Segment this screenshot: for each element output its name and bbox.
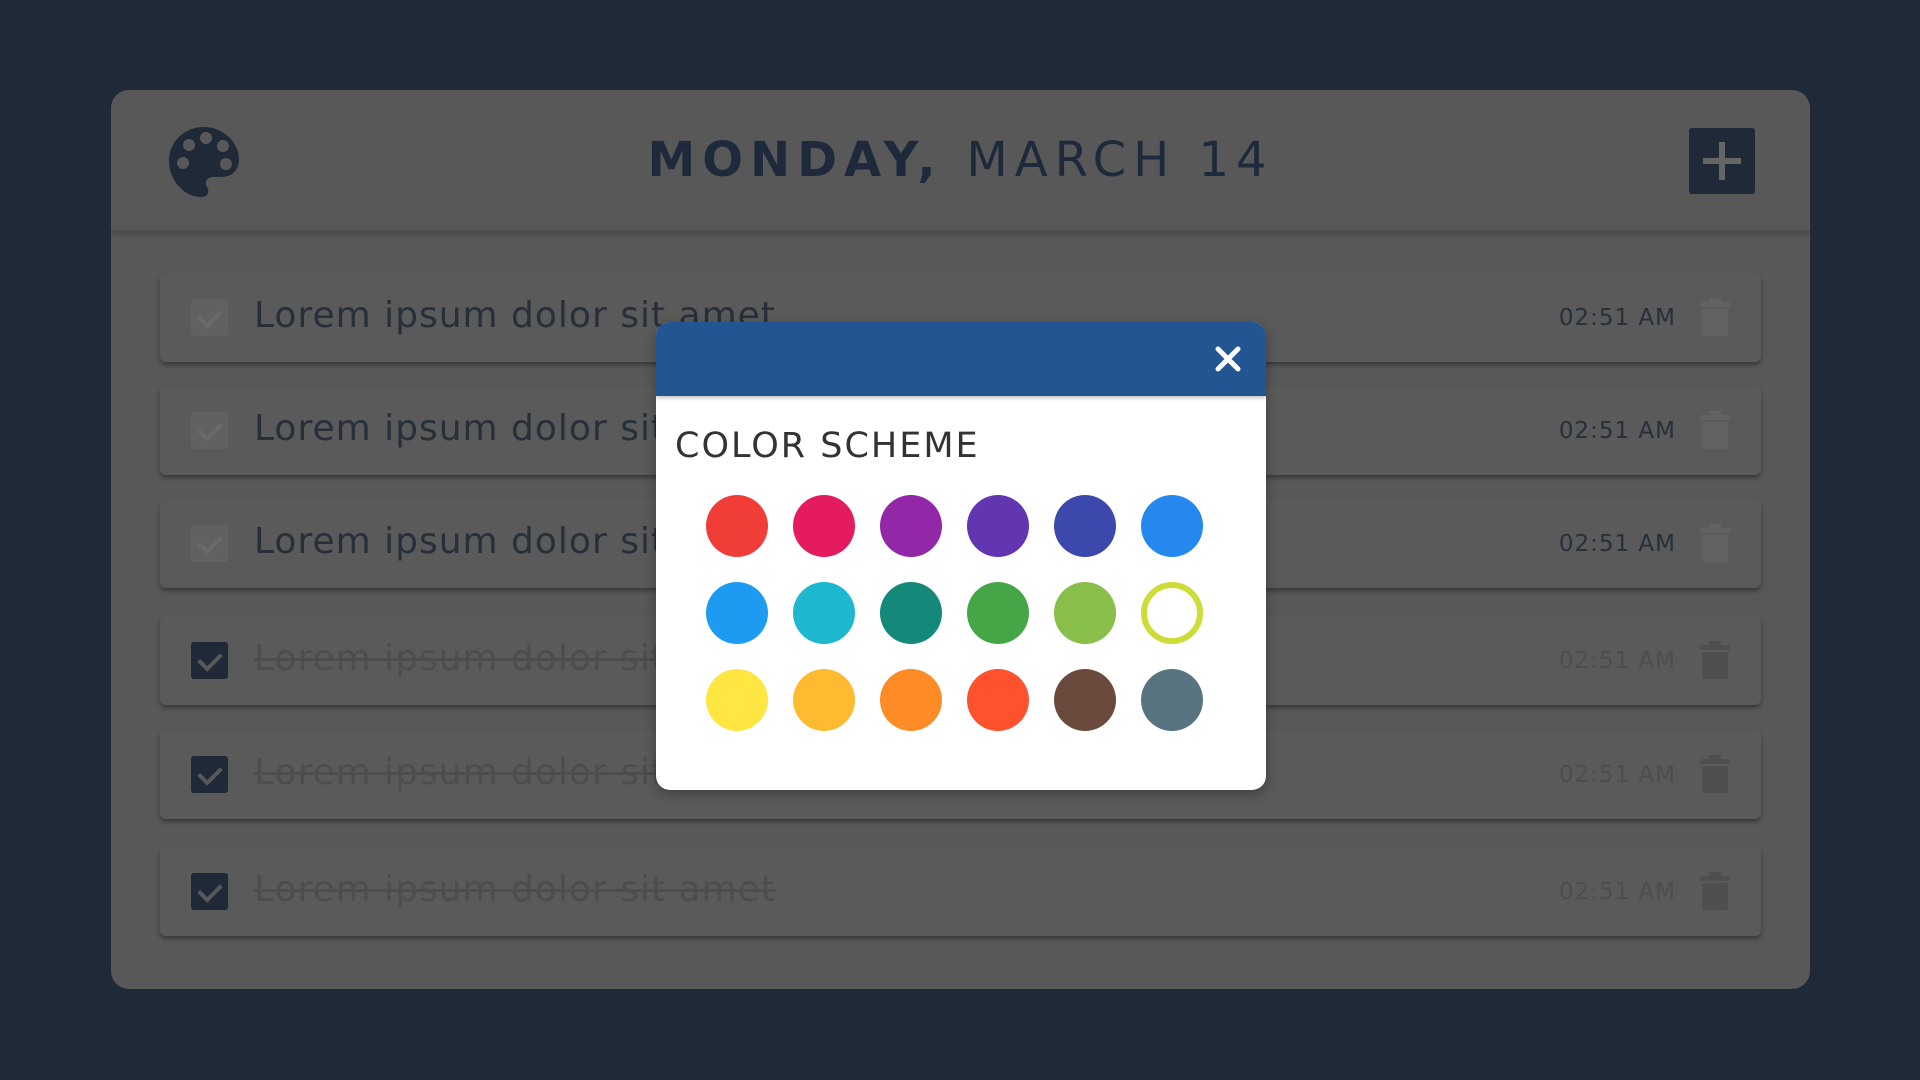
task-checkbox[interactable]	[191, 299, 228, 336]
task-checkbox[interactable]	[191, 756, 228, 793]
check-icon	[197, 760, 223, 786]
color-swatch[interactable]	[706, 669, 768, 731]
trash-icon[interactable]	[1700, 524, 1730, 562]
day-label: MONDAY,	[647, 132, 943, 188]
color-swatch[interactable]	[1141, 582, 1203, 644]
color-swatch[interactable]	[793, 582, 855, 644]
page-title: MONDAY, MARCH 14	[111, 132, 1810, 188]
task-text: Lorem ipsum dolor sit	[254, 408, 667, 449]
check-icon	[197, 877, 223, 903]
task-row[interactable]: Lorem ipsum dolor sit amet 02:51 AM	[160, 847, 1761, 936]
color-scheme-modal: COLOR SCHEME	[656, 322, 1266, 790]
close-icon[interactable]	[1210, 341, 1246, 377]
color-swatch[interactable]	[1054, 582, 1116, 644]
color-swatch[interactable]	[880, 495, 942, 557]
header: MONDAY, MARCH 14	[111, 90, 1810, 233]
modal-header	[656, 322, 1266, 396]
check-icon	[197, 416, 223, 442]
task-text: Lorem ipsum dolor sit	[254, 638, 667, 679]
trash-icon[interactable]	[1700, 411, 1730, 449]
color-swatch[interactable]	[1054, 495, 1116, 557]
task-time: 02:51 AM	[1558, 648, 1676, 674]
color-swatch[interactable]	[706, 582, 768, 644]
trash-icon[interactable]	[1700, 298, 1730, 336]
task-checkbox[interactable]	[191, 412, 228, 449]
trash-icon[interactable]	[1700, 872, 1730, 910]
task-text: Lorem ipsum dolor sit amet	[254, 869, 776, 910]
check-icon	[197, 529, 223, 555]
color-swatch[interactable]	[880, 582, 942, 644]
check-icon	[197, 303, 223, 329]
color-swatch[interactable]	[1054, 669, 1116, 731]
task-time: 02:51 AM	[1558, 418, 1676, 444]
task-checkbox[interactable]	[191, 642, 228, 679]
task-checkbox[interactable]	[191, 525, 228, 562]
color-swatch[interactable]	[967, 669, 1029, 731]
color-swatch[interactable]	[793, 669, 855, 731]
task-time: 02:51 AM	[1558, 305, 1676, 331]
color-swatch[interactable]	[967, 582, 1029, 644]
task-time: 02:51 AM	[1558, 879, 1676, 905]
color-swatch[interactable]	[967, 495, 1029, 557]
task-time: 02:51 AM	[1558, 762, 1676, 788]
color-swatch[interactable]	[706, 495, 768, 557]
check-icon	[197, 646, 223, 672]
task-time: 02:51 AM	[1558, 531, 1676, 557]
add-task-button[interactable]	[1689, 128, 1755, 194]
modal-title: COLOR SCHEME	[675, 426, 980, 466]
task-text: Lorem ipsum dolor sit	[254, 521, 667, 562]
color-swatch[interactable]	[793, 495, 855, 557]
task-checkbox[interactable]	[191, 873, 228, 910]
trash-icon[interactable]	[1700, 755, 1730, 793]
color-swatch[interactable]	[1141, 495, 1203, 557]
color-swatch[interactable]	[880, 669, 942, 731]
trash-icon[interactable]	[1700, 641, 1730, 679]
task-text: Lorem ipsum dolor sit	[254, 752, 667, 793]
color-swatch[interactable]	[1141, 669, 1203, 731]
date-label: MARCH 14	[966, 132, 1274, 188]
